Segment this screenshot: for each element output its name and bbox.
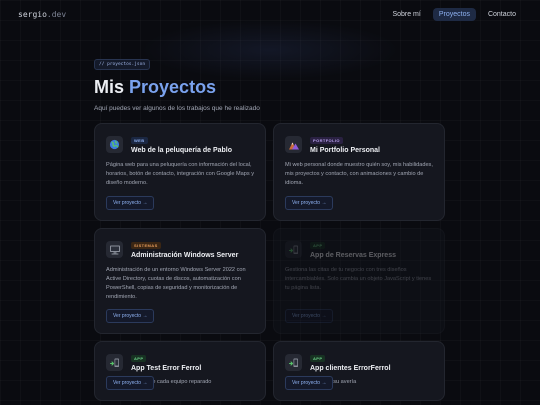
project-card-peluqueria: WEB Web de la peluquería de Pablo Página… <box>94 123 266 221</box>
page-subtitle: Aquí puedes ver algunos de los trabajos … <box>94 105 260 112</box>
nav-link-proyectos[interactable]: Proyectos <box>432 7 476 21</box>
view-project-button[interactable]: Ver proyecto → <box>285 376 334 390</box>
brand-tld: .dev <box>46 9 67 19</box>
project-title: Web de la peluquería de Pablo <box>131 147 233 154</box>
page-title: Mis Proyectos <box>94 78 454 96</box>
project-description: Administración de un entorno Windows Ser… <box>106 267 246 300</box>
project-card-clientes-errorferrol: APP App clientes ErrorFerrol Cada client… <box>273 341 445 401</box>
nav-link-contacto[interactable]: Contacto <box>482 8 522 21</box>
globe-icon <box>106 136 123 153</box>
view-project-button[interactable]: Ver proyecto → <box>106 376 155 390</box>
computer-icon <box>106 241 123 258</box>
project-title: Mi Portfolio Personal <box>310 147 381 154</box>
mountain-icon <box>285 136 302 153</box>
view-project-button[interactable]: Ver proyecto → <box>285 309 334 323</box>
section-tag: // proyectos.json <box>94 59 151 70</box>
project-card-portfolio: PORTFOLIO Mi Portfolio Personal Mi web p… <box>273 123 445 221</box>
project-title: App clientes ErrorFerrol <box>310 365 391 372</box>
view-project-button[interactable]: Ver proyecto → <box>285 196 334 210</box>
project-title: App de Reservas Express <box>310 252 396 259</box>
brand-name: sergio <box>18 9 47 19</box>
top-navbar: sergio.dev Sobre mí Proyectos Contacto <box>0 0 540 28</box>
project-description: Página web para una peluquería con infor… <box>106 162 255 186</box>
project-badge: APP <box>131 355 147 362</box>
project-title: Administración Windows Server <box>131 252 239 259</box>
project-badge: PORTFOLIO <box>310 137 343 144</box>
projects-grid: WEB Web de la peluquería de Pablo Página… <box>94 123 445 401</box>
mobile-app-icon <box>106 354 123 371</box>
mobile-app-icon <box>285 241 302 258</box>
view-project-button[interactable]: Ver proyecto → <box>106 196 155 210</box>
project-card-reservas: APP App de Reservas Express Gestiona las… <box>273 228 445 334</box>
project-card-windows-server: SISTEMAS Administración Windows Server A… <box>94 228 266 334</box>
project-card-test-error-ferrol: APP App Test Error Ferrol Gestiona los t… <box>94 341 266 401</box>
nav-link-sobre-mi[interactable]: Sobre mí <box>386 8 426 21</box>
project-description: Mi web personal donde muestro quién soy,… <box>285 162 433 186</box>
project-badge: APP <box>310 355 326 362</box>
project-badge: WEB <box>131 137 148 144</box>
project-title: App Test Error Ferrol <box>131 365 202 372</box>
view-project-button[interactable]: Ver proyecto → <box>106 309 155 323</box>
projects-header: // proyectos.json Mis Proyectos Aquí pue… <box>94 52 454 112</box>
project-description: Gestiona las citas de tu negocio con tre… <box>285 267 432 291</box>
nav-links: Sobre mí Proyectos Contacto <box>386 7 522 21</box>
brand-logo[interactable]: sergio.dev <box>18 10 66 19</box>
project-badge: APP <box>310 242 326 249</box>
page-title-part1: Mis <box>94 77 125 97</box>
project-badge: SISTEMAS <box>131 242 161 249</box>
mobile-app-icon <box>285 354 302 371</box>
page-title-part2: Proyectos <box>129 77 217 97</box>
